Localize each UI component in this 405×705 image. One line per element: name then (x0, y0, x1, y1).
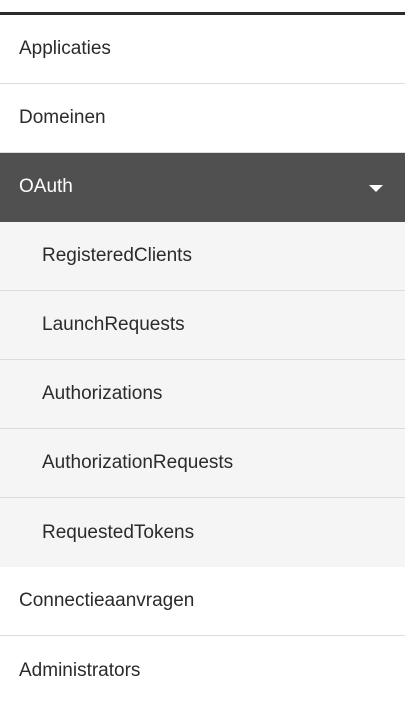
submenu-item-launchrequests[interactable]: LaunchRequests (0, 291, 405, 360)
menu-item-domeinen[interactable]: Domeinen (0, 84, 405, 153)
menu-item-applicaties[interactable]: Applicaties (0, 15, 405, 84)
caret-down-icon (369, 184, 383, 192)
menu-item-administrators[interactable]: Administrators (0, 636, 405, 705)
sidebar-menu: Applicaties Domeinen OAuth RegisteredCli… (0, 15, 405, 705)
submenu-item-label: LaunchRequests (42, 314, 185, 335)
menu-group-label: OAuth (19, 176, 73, 197)
menu-item-connectieaanvragen[interactable]: Connectieaanvragen (0, 567, 405, 636)
submenu-item-label: RegisteredClients (42, 245, 192, 266)
submenu-item-label: AuthorizationRequests (42, 452, 234, 473)
submenu-item-label: RequestedTokens (42, 521, 195, 543)
top-border (0, 0, 405, 15)
oauth-submenu: RegisteredClients LaunchRequests Authori… (0, 222, 405, 567)
menu-item-label: Connectieaanvragen (19, 590, 195, 611)
submenu-item-requestedtokens[interactable]: RequestedTokens (0, 498, 405, 567)
submenu-item-authorizations[interactable]: Authorizations (0, 360, 405, 429)
submenu-item-registeredclients[interactable]: RegisteredClients (0, 222, 405, 291)
menu-group-oauth[interactable]: OAuth (0, 153, 405, 222)
menu-item-label: Applicaties (19, 38, 111, 59)
menu-item-label: Administrators (19, 659, 141, 681)
submenu-item-label: Authorizations (42, 383, 163, 404)
submenu-item-authorizationrequests[interactable]: AuthorizationRequests (0, 429, 405, 498)
menu-item-label: Domeinen (19, 107, 106, 128)
